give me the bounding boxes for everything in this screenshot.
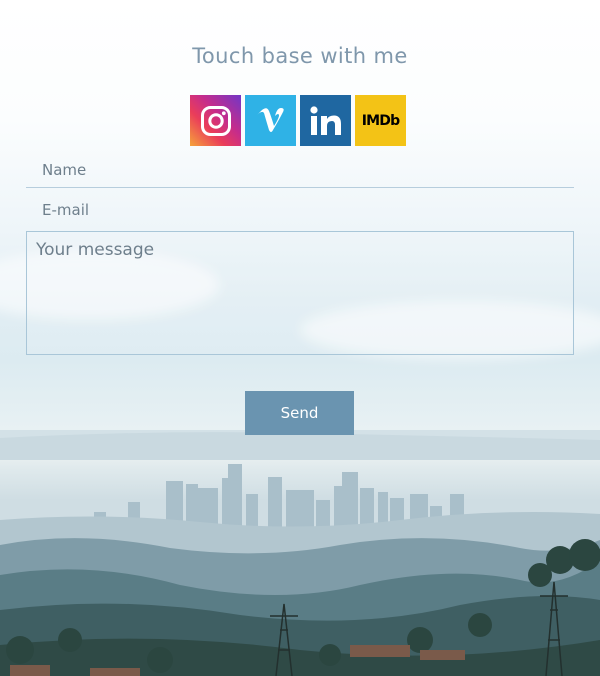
imdb-link[interactable]: IMDb (355, 95, 406, 146)
page-title: Touch base with me (192, 44, 408, 68)
linkedin-icon (309, 105, 341, 135)
vimeo-link[interactable] (245, 95, 296, 146)
linkedin-link[interactable] (300, 95, 351, 146)
email-field[interactable] (26, 194, 574, 226)
send-button[interactable]: Send (245, 391, 354, 435)
name-field[interactable] (26, 152, 574, 188)
instagram-link[interactable] (190, 95, 241, 146)
instagram-icon (200, 105, 231, 136)
social-links: IMDb (190, 95, 406, 147)
vimeo-icon (256, 107, 284, 132)
imdb-icon: IMDb (361, 112, 400, 129)
message-field[interactable] (26, 231, 574, 355)
